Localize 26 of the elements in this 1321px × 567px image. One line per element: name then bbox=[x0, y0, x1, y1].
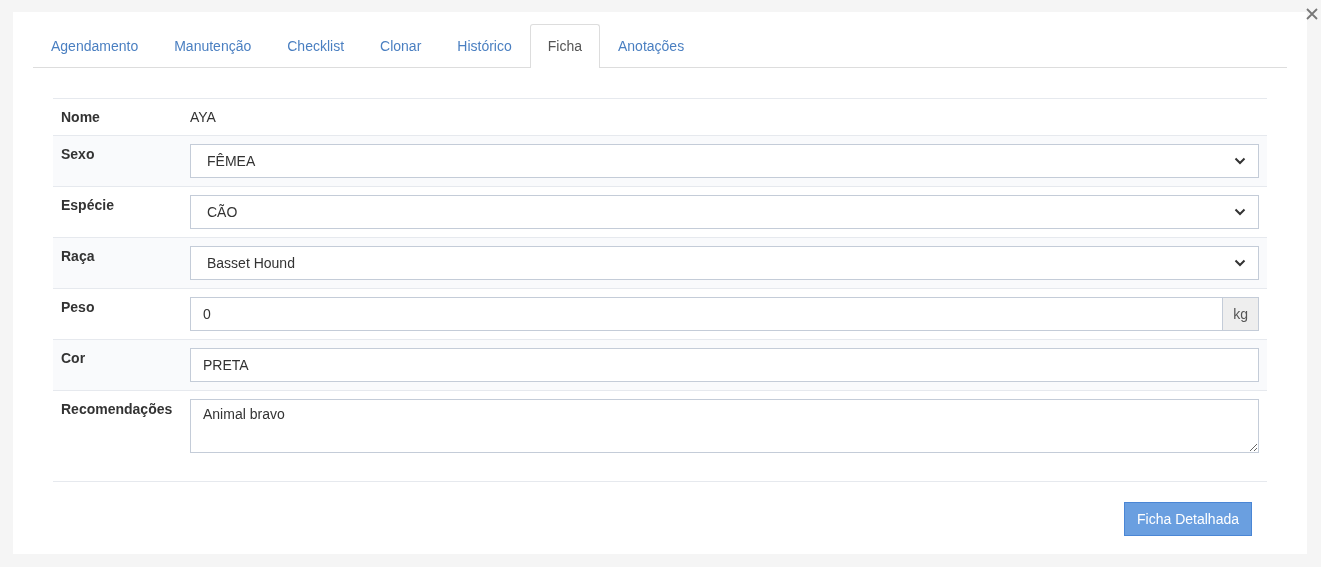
field-label: Peso bbox=[60, 298, 96, 317]
tab[interactable]: Ficha bbox=[529, 24, 600, 68]
dropdown[interactable]: CÃO bbox=[190, 195, 1259, 229]
field-value: AYA bbox=[190, 108, 216, 127]
unit-label: kg bbox=[1223, 297, 1259, 331]
field-label: Nome bbox=[60, 108, 101, 127]
field-label: Cor bbox=[60, 349, 87, 368]
chevron-down-icon bbox=[1234, 208, 1246, 216]
field-label: Espécie bbox=[60, 196, 115, 215]
close-icon[interactable] bbox=[1306, 8, 1318, 20]
chevron-down-icon bbox=[1234, 157, 1246, 165]
tab[interactable]: Clonar bbox=[362, 24, 440, 68]
tab[interactable]: Checklist bbox=[269, 24, 363, 68]
input-field[interactable]: PRETA bbox=[190, 348, 1259, 382]
dropdown[interactable]: Basset Hound bbox=[190, 246, 1259, 280]
dropdown[interactable]: FÊMEA bbox=[190, 144, 1259, 178]
field-label: Recomendações bbox=[60, 400, 174, 419]
field-label: Sexo bbox=[60, 145, 96, 164]
tab[interactable]: Anotações bbox=[600, 24, 703, 68]
tab[interactable]: Manutenção bbox=[156, 24, 270, 68]
chevron-down-icon bbox=[1234, 259, 1246, 267]
text-area[interactable]: Animal bravo bbox=[190, 399, 1259, 453]
field-label: Raça bbox=[60, 247, 96, 266]
input-field[interactable]: 0 bbox=[190, 297, 1224, 331]
tab[interactable]: Agendamento bbox=[33, 24, 157, 68]
tab[interactable]: Histórico bbox=[439, 24, 530, 68]
